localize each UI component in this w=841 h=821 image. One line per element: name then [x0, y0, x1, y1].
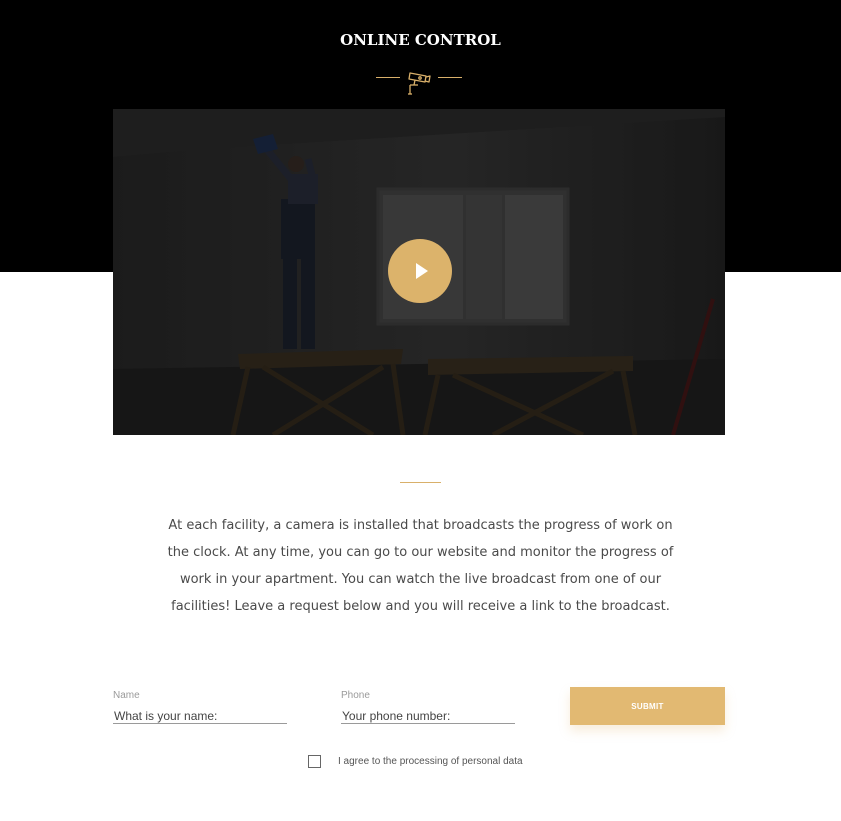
consent-label: I agree to the processing of personal da… [338, 756, 523, 767]
play-icon [416, 263, 428, 279]
title-ornament [376, 68, 462, 96]
name-label: Name [113, 690, 140, 701]
consent-row: I agree to the processing of personal da… [308, 754, 523, 769]
name-field: Name [113, 690, 287, 724]
phone-field: Phone [341, 690, 515, 724]
ornament-line-left [376, 77, 400, 78]
consent-checkbox[interactable] [308, 755, 321, 768]
section-divider [400, 482, 441, 483]
section-title: ONLINE CONTROL [340, 31, 501, 49]
phone-label: Phone [341, 690, 370, 701]
section-description: At each facility, a camera is installed … [167, 518, 674, 614]
ornament-line-right [438, 77, 462, 78]
cctv-camera-icon [408, 72, 431, 95]
phone-input[interactable] [341, 704, 515, 724]
name-input[interactable] [113, 704, 287, 724]
play-button[interactable] [388, 239, 452, 303]
submit-button[interactable]: SUBMIT [570, 687, 725, 725]
video-player[interactable] [113, 109, 725, 435]
